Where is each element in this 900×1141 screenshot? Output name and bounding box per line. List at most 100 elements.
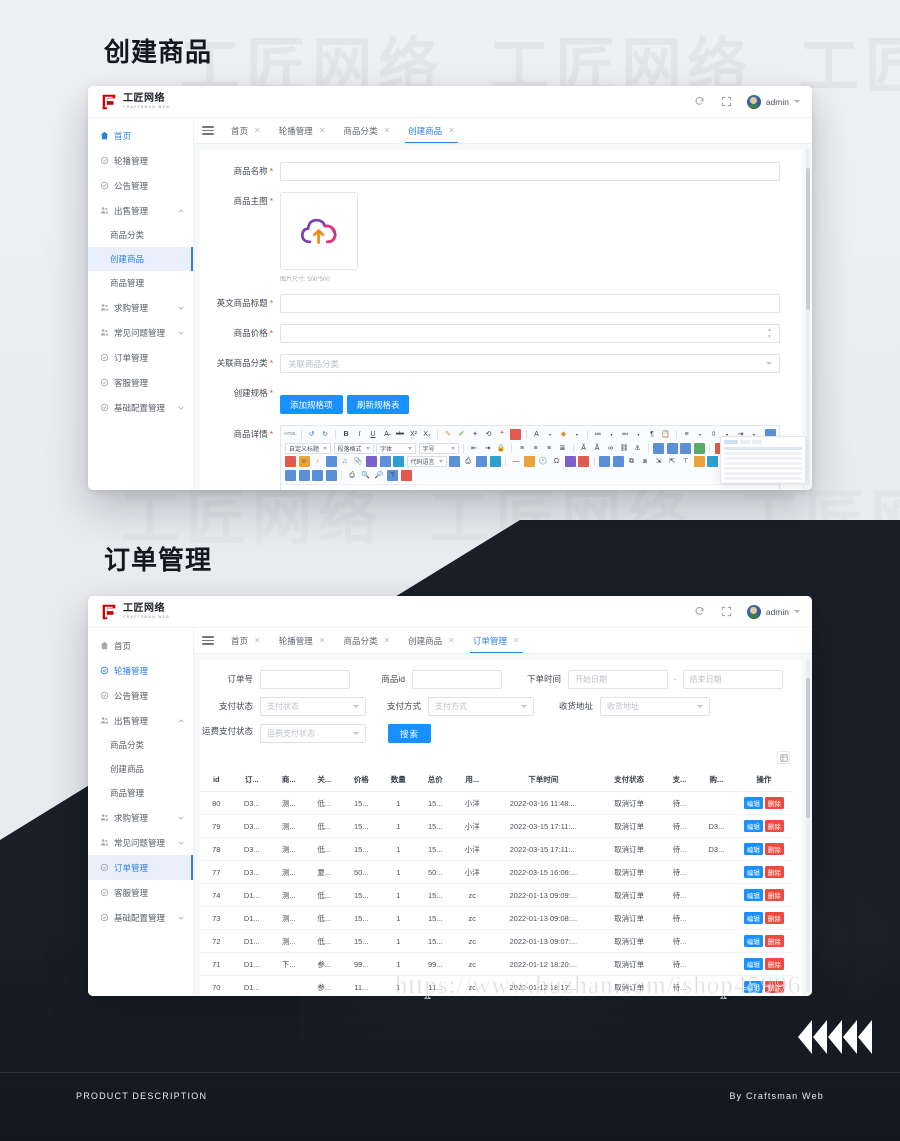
sidebar-subitem-product-manage[interactable]: 商品管理 [88, 271, 193, 295]
delete-button[interactable]: 删除 [764, 912, 784, 924]
close-icon[interactable]: ✕ [319, 636, 326, 645]
time-icon[interactable]: 🕐 [538, 456, 549, 467]
lock-icon[interactable]: 🔒 [496, 443, 507, 454]
sidebar-item-base-config[interactable]: 基础配置管理 [88, 395, 193, 420]
table-row[interactable]: 77 D3... 测... 夏... 50... 1 50... 小洋 2022-03-15 1… [200, 860, 792, 884]
help-icon[interactable]: ? [387, 469, 398, 481]
search-button[interactable]: 搜索 [388, 724, 432, 743]
snapshot-icon[interactable] [476, 456, 488, 467]
close-icon[interactable]: ✕ [383, 126, 390, 135]
rich-text-editor[interactable]: HTML ↺ ↻ B I U A̶ abc X² X₂ ✎ ✐ ✦ ⟲ ❝ A … [280, 425, 780, 490]
date-icon[interactable] [524, 456, 536, 467]
insert-image-icon[interactable] [285, 456, 296, 467]
sidebar-subitem-create-product[interactable]: 创建商品 [88, 247, 193, 271]
align-icon[interactable]: ≡ [681, 429, 692, 440]
edit-button[interactable]: 编辑 [743, 912, 763, 924]
close-icon[interactable]: ✕ [513, 636, 520, 645]
sidebar-item-base-config[interactable]: 基础配置管理 [88, 905, 193, 930]
paragraph-format-select[interactable]: 段落格式 [333, 442, 374, 454]
table-settings-icon[interactable] [777, 751, 790, 764]
ordered-list-icon[interactable]: ≔ [593, 429, 604, 440]
cell-bg-icon[interactable] [298, 469, 310, 481]
pay-method-select[interactable]: 支付方式 [428, 697, 534, 716]
vertical-scrollbar[interactable] [806, 148, 810, 486]
html-source-icon[interactable]: HTML [284, 429, 296, 440]
menu-toggle-icon[interactable] [202, 635, 214, 647]
add-spec-button[interactable]: 添加规格项 [280, 395, 343, 414]
tab-home[interactable]: 首页 ✕ [222, 118, 270, 143]
webapp-icon[interactable] [393, 456, 404, 467]
tab-carousel[interactable]: 轮播管理 ✕ [270, 628, 335, 653]
edit-button[interactable]: 编辑 [743, 820, 763, 832]
word-count-icon[interactable]: Ã [592, 443, 603, 454]
close-icon[interactable]: ✕ [254, 126, 261, 135]
delete-button[interactable]: 删除 [764, 843, 784, 855]
print-icon[interactable]: ⎙ [347, 470, 358, 481]
chevron-down-icon[interactable]: ▾ [545, 429, 556, 440]
col-qty[interactable]: 数量 [380, 768, 417, 792]
refresh-icon[interactable] [693, 95, 706, 108]
chevron-down-icon[interactable]: ▾ [572, 429, 583, 440]
start-date-input[interactable]: 开始日期 [568, 670, 668, 689]
split-cells-icon[interactable]: ⧈ [640, 456, 651, 467]
col-total[interactable]: 总价 [416, 768, 455, 792]
sidebar-item-carousel[interactable]: 轮播管理 [88, 658, 193, 683]
sidebar-item-service[interactable]: 客服管理 [88, 880, 193, 905]
col-product[interactable]: 商... [271, 768, 307, 792]
sidebar-item-service[interactable]: 客服管理 [88, 370, 193, 395]
pay-status-select[interactable]: 支付状态 [260, 697, 366, 716]
sidebar-item-order[interactable]: 订单管理 [88, 855, 193, 880]
music-icon[interactable]: ♪ [312, 456, 323, 467]
search-replace-icon[interactable]: Ã [578, 443, 589, 454]
sidebar-item-order[interactable]: 订单管理 [88, 345, 193, 370]
end-date-input[interactable]: 结束日期 [682, 670, 783, 689]
refresh-spec-button[interactable]: 刷新规格表 [346, 395, 410, 414]
gmap-icon[interactable] [693, 442, 705, 454]
bold-icon[interactable]: B [341, 429, 352, 440]
user-menu[interactable]: admin [746, 604, 800, 619]
category-select[interactable]: 关联商品分类 [280, 354, 780, 373]
sidebar-item-notice[interactable]: 公告管理 [88, 683, 193, 708]
code-language-select[interactable]: 代码语言 [406, 456, 447, 467]
brand-logo-block[interactable]: 工匠网络 CRAFTSMAN WEB [88, 93, 194, 111]
tab-product-category[interactable]: 商品分类 ✕ [334, 628, 399, 653]
delete-button[interactable]: 删除 [764, 866, 784, 878]
sidebar-item-sales[interactable]: 出售管理 [88, 708, 193, 733]
sidebar-subitem-product-manage[interactable]: 商品管理 [88, 781, 193, 805]
sidebar-subitem-product-category[interactable]: 商品分类 [88, 733, 193, 757]
col-width-icon[interactable] [325, 469, 337, 481]
col-price[interactable]: 价格 [342, 768, 381, 792]
screenshot-icon[interactable] [489, 456, 501, 467]
col-pay-status[interactable]: 支付状态 [596, 768, 662, 792]
close-icon[interactable]: ✕ [448, 636, 455, 645]
unordered-list-icon[interactable]: ≕ [620, 429, 631, 440]
tab-create-product[interactable]: 创建商品 ✕ [399, 628, 464, 653]
formula-icon[interactable] [564, 456, 576, 467]
number-stepper[interactable]: ▲ ▼ [767, 327, 772, 340]
tab-carousel[interactable]: 轮播管理 ✕ [270, 118, 335, 143]
sidebar-item-carousel[interactable]: 轮播管理 [88, 148, 193, 173]
insert-table-icon[interactable] [599, 456, 611, 467]
sidebar-item-home[interactable]: 首页 [88, 633, 193, 658]
paragraph-icon[interactable]: ¶ [647, 429, 658, 440]
insert-code-icon[interactable] [449, 456, 461, 467]
product-id-input[interactable] [412, 670, 502, 689]
quote-icon[interactable]: ❝ [497, 429, 508, 440]
table-row[interactable]: 80 D3... 测... 低... 15... 1 15... 小洋 2022-03-16 1… [200, 791, 792, 815]
unlink-icon[interactable]: ⛓ [619, 443, 630, 454]
map-icon[interactable] [680, 442, 692, 454]
copy-icon[interactable] [400, 469, 412, 481]
horizontal-rule-icon[interactable]: — [511, 456, 522, 467]
scrollbar-thumb[interactable] [806, 678, 810, 819]
sidebar-item-purchase[interactable]: 求购管理 [88, 805, 193, 830]
cell-align-icon[interactable] [285, 469, 296, 481]
order-no-input[interactable] [260, 670, 350, 689]
tab-home[interactable]: 首页 ✕ [222, 628, 270, 653]
ltr-direction-icon[interactable]: ⇤ [469, 443, 480, 454]
edit-button[interactable]: 编辑 [743, 935, 763, 947]
main-image-upload-box[interactable] [280, 192, 358, 270]
search-icon[interactable]: 🔎 [374, 470, 385, 481]
line-height-icon[interactable]: ⇳ [708, 429, 719, 440]
close-icon[interactable]: ✕ [383, 636, 390, 645]
delete-button[interactable]: 删除 [764, 958, 784, 970]
